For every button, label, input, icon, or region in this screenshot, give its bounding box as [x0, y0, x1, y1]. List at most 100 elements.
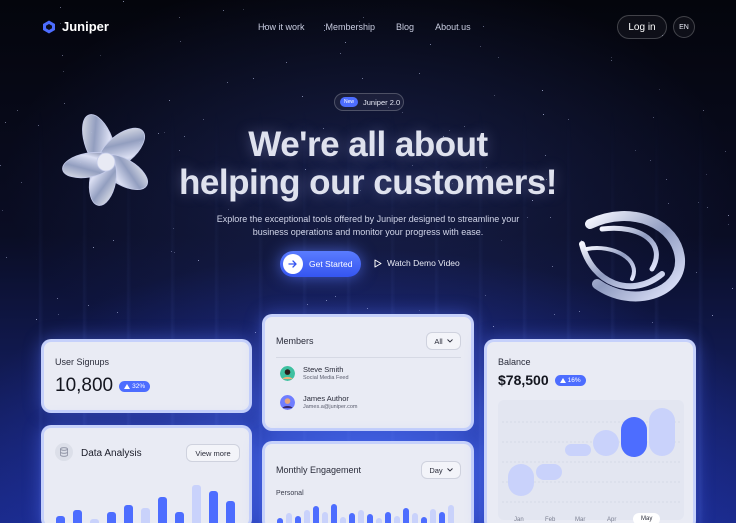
balance-value: $78,500 — [498, 372, 549, 388]
chart-bar — [412, 513, 418, 523]
star — [253, 78, 254, 79]
chevron-down-icon — [446, 339, 453, 343]
star — [5, 122, 6, 123]
user-signups-change: 32% — [132, 382, 146, 390]
language-button[interactable]: EN — [673, 16, 695, 38]
star — [255, 332, 256, 333]
chart-bar — [158, 497, 167, 523]
chart-bar — [340, 517, 346, 523]
view-more-button[interactable]: View more — [186, 444, 240, 462]
balance-range-chart — [498, 400, 684, 520]
chart-bar — [394, 516, 400, 523]
logo[interactable]: Juniper — [42, 19, 109, 34]
chart-bar — [286, 513, 292, 523]
star — [223, 10, 224, 11]
star — [58, 314, 59, 315]
star — [340, 53, 341, 54]
star — [362, 78, 363, 79]
star — [696, 272, 697, 273]
members-divider — [276, 357, 461, 358]
glass-flower-decoration — [62, 114, 148, 206]
chart-bar — [90, 519, 99, 523]
login-button[interactable]: Log in — [617, 15, 667, 39]
month-label: Jan — [514, 517, 524, 523]
version-badge[interactable]: New Juniper 2.0 — [334, 93, 404, 111]
nav-link-membership[interactable]: Membership — [326, 22, 376, 32]
member-name: Steve Smith — [303, 365, 344, 374]
star — [652, 322, 653, 323]
star — [117, 312, 118, 313]
chart-bar — [107, 512, 116, 523]
star — [402, 112, 403, 113]
glass-ribbon-decoration — [579, 211, 685, 302]
engagement-title: Monthly Engagement — [276, 465, 362, 475]
star — [36, 319, 37, 320]
watch-demo-button[interactable]: Watch Demo Video — [374, 258, 460, 268]
star — [552, 266, 553, 267]
star — [93, 247, 94, 248]
triangle-up-icon — [559, 377, 566, 383]
range-bar-next — [649, 408, 675, 456]
star — [174, 252, 175, 253]
member-subtitle: James.a@juniper.com — [303, 404, 358, 410]
nav-link-blog[interactable]: Blog — [396, 22, 414, 32]
chart-bar — [349, 513, 355, 523]
monthly-engagement-card: Monthly Engagement Day Personal — [262, 441, 474, 523]
star — [6, 257, 7, 258]
chart-bar — [322, 512, 328, 523]
range-bar-mar — [565, 444, 591, 456]
star — [2, 210, 3, 211]
engagement-bar-chart — [277, 500, 463, 523]
watch-demo-label: Watch Demo Video — [387, 258, 460, 268]
star — [703, 110, 704, 111]
new-tag: New — [340, 97, 359, 107]
star — [611, 60, 612, 61]
nav-link-about-us[interactable]: About us — [435, 22, 471, 32]
nav-links: How it work Membership Blog About us — [258, 22, 471, 32]
star — [579, 311, 580, 312]
star — [419, 73, 420, 74]
star — [243, 9, 244, 10]
chart-bar — [304, 510, 310, 523]
chart-bar — [277, 518, 283, 523]
star — [653, 117, 654, 118]
hexagon-logo-icon — [43, 20, 55, 33]
engagement-filter-dropdown[interactable]: Day — [421, 461, 461, 479]
data-analysis-card: Data Analysis View more — [41, 425, 252, 523]
members-filter-value: All — [434, 336, 443, 346]
chart-bar — [226, 501, 235, 523]
nav-link-how-it-work[interactable]: How it work — [258, 22, 305, 32]
data-analysis-title: Data Analysis — [81, 448, 142, 459]
balance-change-badge: 16% — [554, 374, 586, 386]
star — [712, 315, 713, 316]
star — [498, 57, 499, 58]
member-subtitle: Social Media Feed — [303, 375, 349, 381]
chart-bar — [124, 505, 133, 523]
members-title: Members — [276, 336, 314, 346]
triangle-up-icon — [124, 383, 131, 389]
star — [113, 240, 114, 241]
star — [659, 89, 660, 90]
members-card: Members All Steve Smith Social Media Fee… — [262, 314, 474, 431]
get-started-button[interactable]: Get Started — [280, 251, 361, 277]
engagement-series-label: Personal — [276, 490, 304, 497]
engagement-filter-value: Day — [429, 465, 443, 475]
member-name: James Author — [303, 394, 349, 403]
avatar — [280, 365, 295, 381]
chart-bar — [331, 504, 337, 523]
chart-bar — [367, 514, 373, 523]
star — [485, 295, 486, 296]
month-label-selected[interactable]: May — [633, 513, 661, 523]
member-row[interactable]: James Author James.a@juniper.com — [280, 394, 358, 410]
chart-bar — [448, 505, 454, 523]
chart-bar — [209, 491, 218, 523]
chart-bar — [73, 510, 82, 523]
members-filter-dropdown[interactable]: All — [426, 332, 461, 350]
star — [123, 1, 124, 2]
arrow-right-icon — [283, 254, 303, 274]
member-row[interactable]: Steve Smith Social Media Feed — [280, 365, 349, 381]
star — [326, 300, 327, 301]
star — [611, 57, 612, 58]
star — [198, 260, 199, 261]
star — [732, 288, 733, 289]
